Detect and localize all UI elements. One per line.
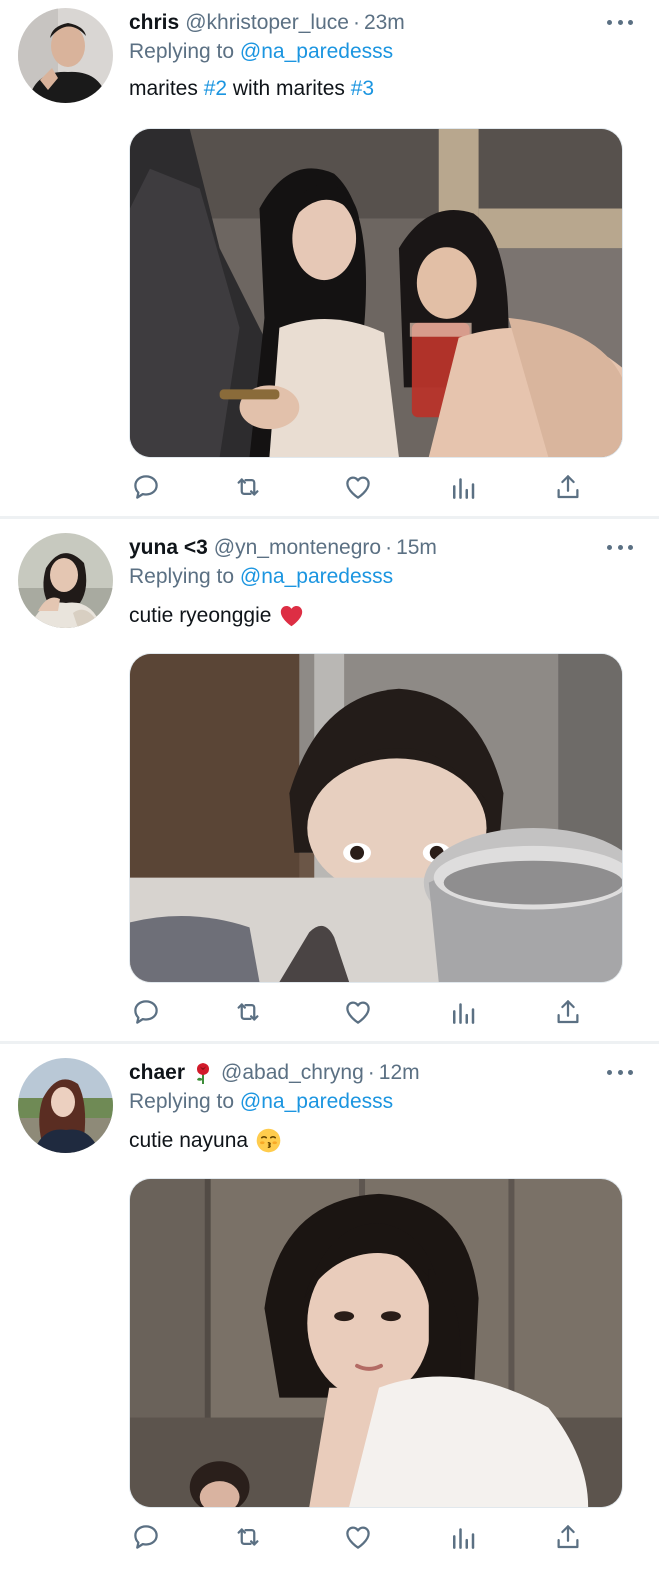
photo-girl-peeking-pot: [130, 654, 622, 982]
tweet-photo[interactable]: [129, 653, 623, 983]
tweet-text-part: with marites: [227, 77, 351, 100]
avatar[interactable]: [18, 1058, 113, 1153]
tweet-text: cutie nayuna: [129, 1127, 282, 1154]
tweet-header: chaer @abad_chryng · 12m: [129, 1058, 420, 1088]
like-icon[interactable]: [341, 470, 375, 504]
display-name[interactable]: chris: [129, 11, 179, 35]
tweet-text-part: marites: [129, 77, 204, 100]
tweet-text-body: cutie nayuna: [129, 1128, 249, 1152]
tweet-actions: [129, 470, 599, 504]
replying-prefix: Replying to: [129, 565, 235, 588]
tweet-text-body: cutie ryeonggie: [129, 603, 272, 627]
retweet-icon[interactable]: [231, 995, 265, 1029]
tweet-photo[interactable]: [129, 1178, 623, 1508]
mention-link[interactable]: @na_paredesss: [240, 40, 393, 63]
tweet-text: cutie ryeonggie: [129, 602, 305, 629]
avatar[interactable]: [18, 533, 113, 628]
hashtag-link[interactable]: #2: [204, 77, 227, 101]
avatar-man-image: [18, 8, 113, 103]
reply-icon[interactable]: [129, 995, 163, 1029]
tweet-actions: [129, 1520, 599, 1554]
tweet-header: yuna <3 @yn_montenegro · 15m: [129, 533, 437, 563]
more-options-icon[interactable]: [607, 1060, 633, 1084]
like-icon[interactable]: [341, 995, 375, 1029]
reply-icon[interactable]: [129, 1520, 163, 1554]
tweet-card[interactable]: chris @khristoper_luce · 23m Replying to…: [0, 0, 659, 522]
retweet-icon[interactable]: [231, 470, 265, 504]
retweet-icon[interactable]: [231, 1520, 265, 1554]
share-icon[interactable]: [551, 1520, 585, 1554]
timestamp[interactable]: 23m: [364, 11, 405, 35]
user-handle[interactable]: @abad_chryng: [221, 1061, 364, 1085]
display-name[interactable]: chaer: [129, 1061, 185, 1085]
share-icon[interactable]: [551, 995, 585, 1029]
replying-to: Replying to @na_paredesss: [129, 40, 393, 64]
avatar-woman-image: [18, 533, 113, 628]
tweet-actions: [129, 995, 599, 1029]
replying-prefix: Replying to: [129, 40, 235, 63]
user-handle[interactable]: @yn_montenegro: [214, 536, 381, 560]
rose-icon: [197, 1063, 210, 1084]
photo-woman-white-shirt: [130, 1179, 622, 1507]
timestamp[interactable]: 15m: [396, 536, 437, 560]
replying-prefix: Replying to: [129, 1090, 235, 1113]
more-options-icon[interactable]: [607, 10, 633, 34]
analytics-icon[interactable]: [446, 470, 480, 504]
user-handle[interactable]: @khristoper_luce: [185, 11, 349, 35]
share-icon[interactable]: [551, 470, 585, 504]
reply-icon[interactable]: [129, 470, 163, 504]
tweet-divider: [0, 1041, 659, 1044]
mention-link[interactable]: @na_paredesss: [240, 1090, 393, 1113]
mention-link[interactable]: @na_paredesss: [240, 565, 393, 588]
timestamp[interactable]: 12m: [379, 1061, 420, 1085]
avatar[interactable]: [18, 8, 113, 103]
photo-two-women-drink: [130, 129, 622, 457]
more-options-icon[interactable]: [607, 535, 633, 559]
analytics-icon[interactable]: [446, 995, 480, 1029]
red-heart-icon: [281, 605, 303, 627]
like-icon[interactable]: [341, 1520, 375, 1554]
kissing-face-icon: [256, 1128, 281, 1153]
separator: ·: [367, 1061, 375, 1084]
separator: ·: [352, 11, 360, 34]
avatar-woman-outdoor-image: [18, 1058, 113, 1153]
analytics-icon[interactable]: [446, 1520, 480, 1554]
separator: ·: [385, 536, 393, 559]
tweet-photo[interactable]: [129, 128, 623, 458]
tweet-divider: [0, 516, 659, 519]
hashtag-link[interactable]: #3: [351, 77, 374, 101]
replying-to: Replying to @na_paredesss: [129, 1090, 393, 1114]
tweet-header: chris @khristoper_luce · 23m: [129, 8, 405, 38]
display-name[interactable]: yuna <3: [129, 536, 208, 560]
tweet-card[interactable]: yuna <3 @yn_montenegro · 15m Replying to…: [0, 525, 659, 1047]
tweet-card[interactable]: chaer @abad_chryng · 12m Replying to @na…: [0, 1050, 659, 1572]
tweet-text: marites #2 with marites #3: [129, 77, 374, 101]
replying-to: Replying to @na_paredesss: [129, 565, 393, 589]
